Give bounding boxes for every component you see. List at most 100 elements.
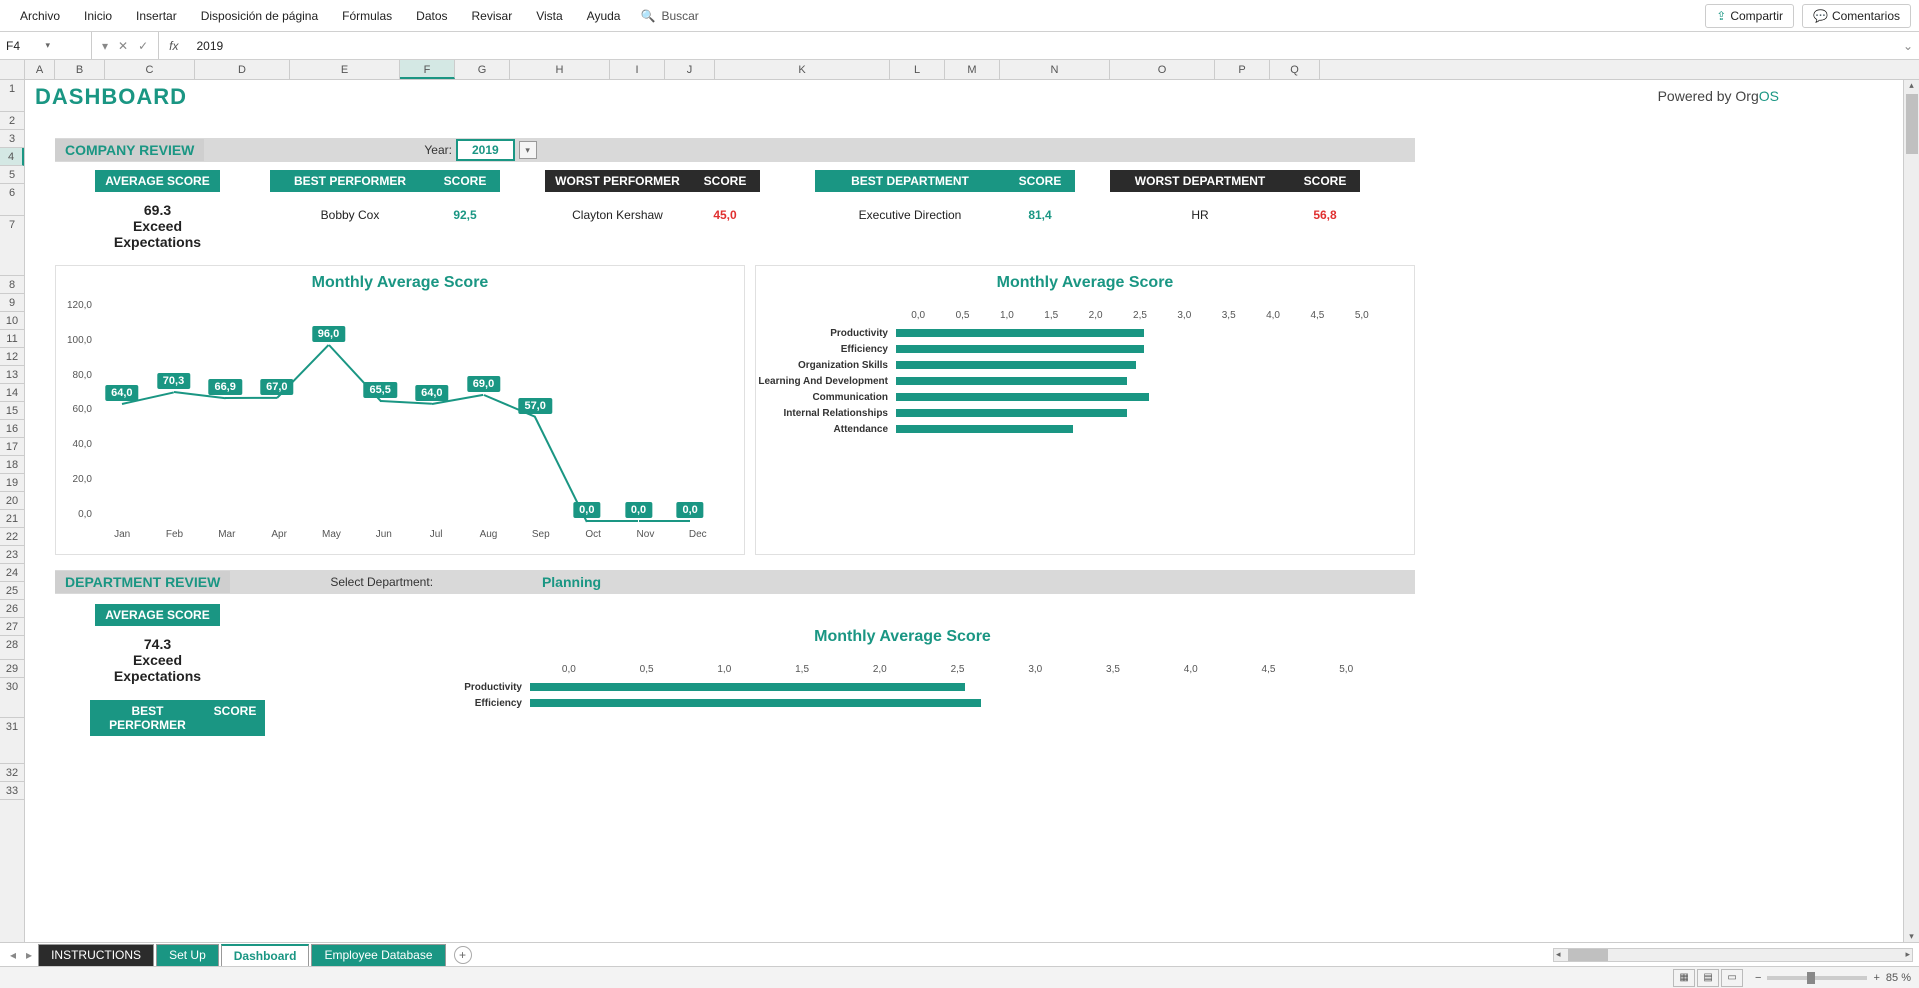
- row-header-2[interactable]: 2: [0, 112, 24, 130]
- name-box[interactable]: F4 ▾: [0, 32, 92, 59]
- expand-formula-icon[interactable]: ⌄: [1897, 39, 1919, 53]
- menu-archivo[interactable]: Archivo: [8, 3, 72, 29]
- formula-bar: F4 ▾ ▾ ✕ ✓ fx 2019 ⌄: [0, 32, 1919, 60]
- row-header-12[interactable]: 12: [0, 348, 24, 366]
- column-header-E[interactable]: E: [290, 60, 400, 79]
- column-header-F[interactable]: F: [400, 60, 455, 79]
- menu-vista[interactable]: Vista: [524, 3, 574, 29]
- row-header-21[interactable]: 21: [0, 510, 24, 528]
- row-header-29[interactable]: 29: [0, 660, 24, 678]
- menu-insertar[interactable]: Insertar: [124, 3, 189, 29]
- zoom-out-button[interactable]: −: [1755, 972, 1761, 984]
- row-header-7[interactable]: 7: [0, 216, 24, 276]
- row-header-24[interactable]: 24: [0, 564, 24, 582]
- row-header-20[interactable]: 20: [0, 492, 24, 510]
- add-sheet-button[interactable]: +: [454, 946, 472, 964]
- column-header-K[interactable]: K: [715, 60, 890, 79]
- row-header-26[interactable]: 26: [0, 600, 24, 618]
- menu-ayuda[interactable]: Ayuda: [575, 3, 633, 29]
- sheet-tab-set-up[interactable]: Set Up: [156, 944, 219, 966]
- column-header-N[interactable]: N: [1000, 60, 1110, 79]
- row-header-32[interactable]: 32: [0, 764, 24, 782]
- column-header-J[interactable]: J: [665, 60, 715, 79]
- column-header-A[interactable]: A: [25, 60, 55, 79]
- avg-score-card: AVERAGE SCORE 69.3 Exceed Expectations: [90, 170, 225, 250]
- scrollbar-thumb[interactable]: [1906, 94, 1918, 154]
- column-header-I[interactable]: I: [610, 60, 665, 79]
- score-label: SCORE: [430, 170, 500, 192]
- tab-nav-prev-icon[interactable]: ▸: [22, 946, 36, 964]
- selected-department[interactable]: Planning: [433, 574, 710, 590]
- row-header-30[interactable]: 30: [0, 678, 24, 718]
- menu-disposición-de-página[interactable]: Disposición de página: [189, 3, 330, 29]
- column-header-Q[interactable]: Q: [1270, 60, 1320, 79]
- row-header-23[interactable]: 23: [0, 546, 24, 564]
- menu-inicio[interactable]: Inicio: [72, 3, 124, 29]
- chart-title: Monthly Average Score: [756, 266, 1414, 300]
- comments-button[interactable]: 💬 Comentarios: [1802, 4, 1911, 28]
- scrollbar-thumb[interactable]: [1568, 949, 1608, 961]
- row-header-22[interactable]: 22: [0, 528, 24, 546]
- sheet-tab-instructions[interactable]: INSTRUCTIONS: [38, 944, 154, 966]
- row-header-10[interactable]: 10: [0, 312, 24, 330]
- share-button[interactable]: ⇪ Compartir: [1705, 4, 1794, 28]
- accept-icon[interactable]: ✓: [138, 39, 148, 53]
- horizontal-scrollbar[interactable]: ◂ ▸: [1553, 948, 1913, 962]
- tab-nav-first-icon[interactable]: ◂: [6, 946, 20, 964]
- menu-fórmulas[interactable]: Fórmulas: [330, 3, 404, 29]
- select-all-corner[interactable]: [0, 60, 25, 79]
- column-header-D[interactable]: D: [195, 60, 290, 79]
- row-header-27[interactable]: 27: [0, 618, 24, 636]
- row-header-31[interactable]: 31: [0, 718, 24, 764]
- view-normal-icon[interactable]: ▦: [1673, 969, 1695, 987]
- zoom-slider[interactable]: [1767, 976, 1867, 980]
- column-header-L[interactable]: L: [890, 60, 945, 79]
- column-header-G[interactable]: G: [455, 60, 510, 79]
- column-header-B[interactable]: B: [55, 60, 105, 79]
- zoom-in-button[interactable]: +: [1873, 972, 1879, 984]
- row-header-9[interactable]: 9: [0, 294, 24, 312]
- powered-by: Powered by OrgOS: [1658, 88, 1779, 104]
- cancel-icon[interactable]: ✕: [118, 39, 128, 53]
- row-header-11[interactable]: 11: [0, 330, 24, 348]
- dept-bar-chart: Monthly Average Score 0,00,51,01,52,02,5…: [390, 620, 1415, 750]
- year-dropdown-icon[interactable]: ▾: [519, 141, 537, 159]
- row-header-5[interactable]: 5: [0, 166, 24, 184]
- year-value[interactable]: 2019: [456, 139, 515, 161]
- row-header-16[interactable]: 16: [0, 420, 24, 438]
- worksheet[interactable]: DASHBOARD Powered by OrgOS COMPANY REVIE…: [25, 80, 1919, 942]
- row-header-17[interactable]: 17: [0, 438, 24, 456]
- fx-icon[interactable]: fx: [159, 39, 188, 53]
- column-header-M[interactable]: M: [945, 60, 1000, 79]
- menu-revisar[interactable]: Revisar: [460, 3, 525, 29]
- row-header-25[interactable]: 25: [0, 582, 24, 600]
- sheet-tab-employee-database[interactable]: Employee Database: [311, 944, 445, 966]
- row-header-15[interactable]: 15: [0, 402, 24, 420]
- vertical-scrollbar[interactable]: ▴ ▾: [1903, 80, 1919, 942]
- row-header-3[interactable]: 3: [0, 130, 24, 148]
- row-header-33[interactable]: 33: [0, 782, 24, 800]
- row-header-19[interactable]: 19: [0, 474, 24, 492]
- view-page-layout-icon[interactable]: ▤: [1697, 969, 1719, 987]
- dropdown-icon[interactable]: ▾: [102, 39, 108, 53]
- row-header-8[interactable]: 8: [0, 276, 24, 294]
- worst-performer-label: WORST PERFORMER: [545, 170, 690, 192]
- best-department-card: BEST DEPARTMENT SCORE Executive Directio…: [815, 170, 1075, 226]
- view-page-break-icon[interactable]: ▭: [1721, 969, 1743, 987]
- best-department-name: Executive Direction: [815, 204, 1005, 226]
- column-header-P[interactable]: P: [1215, 60, 1270, 79]
- formula-input[interactable]: 2019: [189, 32, 1897, 59]
- row-header-4[interactable]: 4: [0, 148, 24, 166]
- row-header-6[interactable]: 6: [0, 184, 24, 216]
- row-header-13[interactable]: 13: [0, 366, 24, 384]
- row-header-28[interactable]: 28: [0, 636, 24, 660]
- menu-datos[interactable]: Datos: [404, 3, 459, 29]
- row-header-14[interactable]: 14: [0, 384, 24, 402]
- column-header-H[interactable]: H: [510, 60, 610, 79]
- row-header-18[interactable]: 18: [0, 456, 24, 474]
- ribbon-search[interactable]: 🔍 Buscar: [632, 9, 706, 23]
- sheet-tab-dashboard[interactable]: Dashboard: [221, 944, 310, 966]
- row-header-1[interactable]: 1: [0, 80, 24, 112]
- column-header-C[interactable]: C: [105, 60, 195, 79]
- column-header-O[interactable]: O: [1110, 60, 1215, 79]
